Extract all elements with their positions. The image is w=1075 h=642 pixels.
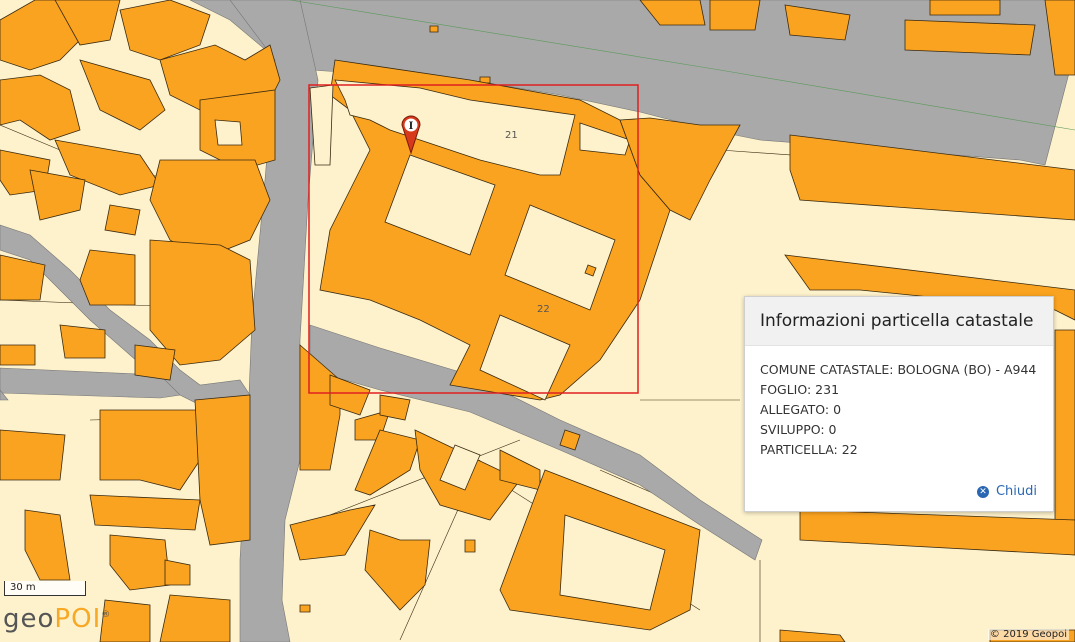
info-panel-title: Informazioni particella catastale bbox=[760, 311, 1034, 331]
parcel-label-21: 21 bbox=[505, 130, 518, 141]
close-circle-icon: ✕ bbox=[976, 485, 989, 498]
info-line-particella: PARTICELLA: 22 bbox=[760, 442, 858, 457]
parcel-label-22: 22 bbox=[537, 304, 550, 315]
logo-part-geo: geo bbox=[3, 604, 55, 634]
info-line-allegato: ALLEGATO: 0 bbox=[760, 402, 842, 417]
scale-bar-label: 30 m bbox=[10, 582, 36, 593]
logo-part-poi: POI bbox=[54, 604, 102, 634]
close-button-label: Chiudi bbox=[995, 484, 1037, 499]
info-line-sviluppo: SVILUPPO: 0 bbox=[760, 422, 837, 437]
geopoi-logo: geoPOI® bbox=[3, 604, 111, 634]
parcel-info-panel: Informazioni particella catastale COMUNE… bbox=[744, 296, 1054, 512]
info-panel-body: COMUNE CATASTALE: BOLOGNA (BO) - A944 FO… bbox=[745, 346, 1053, 460]
info-line-foglio: FOGLIO: 231 bbox=[760, 382, 840, 397]
info-panel-header: Informazioni particella catastale bbox=[745, 297, 1053, 346]
info-line-comune: COMUNE CATASTALE: BOLOGNA (BO) - A944 bbox=[760, 362, 1037, 377]
scale-bar: 30 m bbox=[4, 581, 86, 596]
marker-letter: I bbox=[409, 121, 414, 132]
copyright-notice: © 2019 Geopoi bbox=[987, 629, 1069, 640]
close-button[interactable]: ✕ Chiudi bbox=[976, 484, 1037, 499]
logo-registered-mark: ® bbox=[101, 610, 112, 620]
